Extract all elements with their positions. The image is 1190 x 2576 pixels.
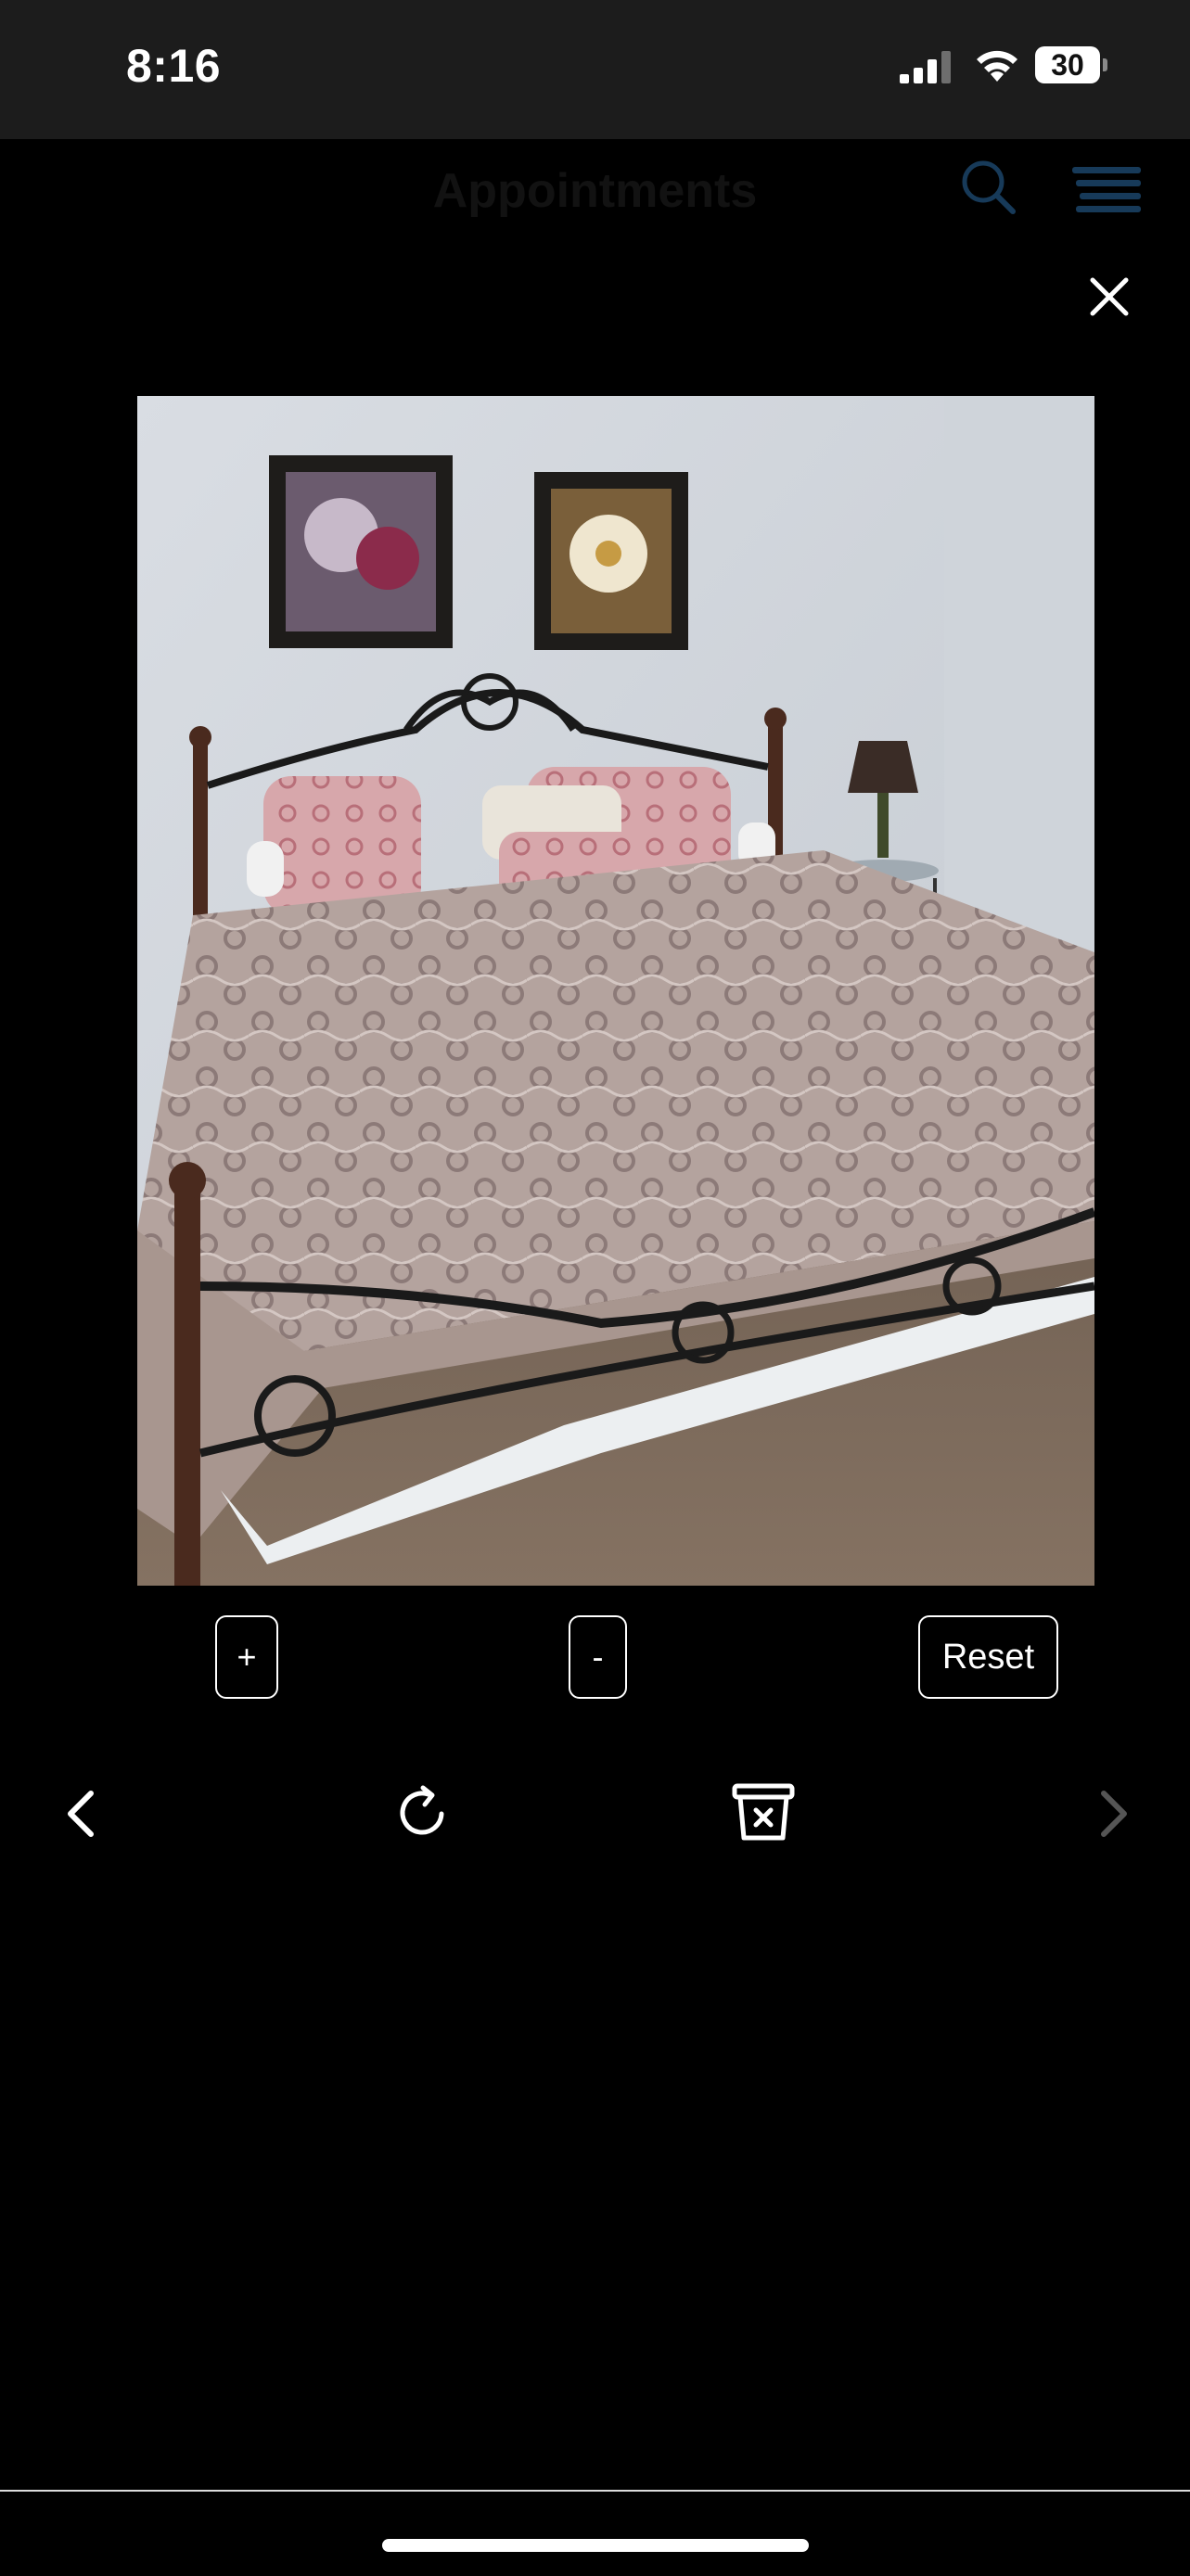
status-bar: 8:16 30 Appointments <box>0 0 1190 218</box>
bottom-divider <box>0 2490 1190 2492</box>
battery-indicator: 30 <box>1035 46 1109 83</box>
zoom-in-button[interactable]: + <box>215 1615 278 1699</box>
rotate-icon[interactable] <box>395 1784 451 1840</box>
reset-zoom-button[interactable]: Reset <box>918 1615 1058 1699</box>
search-icon[interactable] <box>959 158 1017 215</box>
chevron-left-icon[interactable] <box>59 1788 104 1840</box>
status-time: 8:16 <box>126 40 222 92</box>
trash-icon[interactable] <box>731 1780 796 1843</box>
zoom-out-button[interactable]: - <box>569 1615 627 1699</box>
battery-level: 30 <box>1051 48 1084 82</box>
hamburger-menu-icon[interactable] <box>1072 165 1141 213</box>
home-indicator[interactable] <box>382 2539 809 2552</box>
cellular-signal-icon <box>900 51 951 83</box>
wifi-icon <box>977 50 1017 82</box>
appointment-photo <box>137 396 1094 1586</box>
battery-tip <box>1103 58 1107 71</box>
chevron-right-icon[interactable] <box>1091 1788 1135 1840</box>
close-icon[interactable] <box>1087 274 1132 319</box>
